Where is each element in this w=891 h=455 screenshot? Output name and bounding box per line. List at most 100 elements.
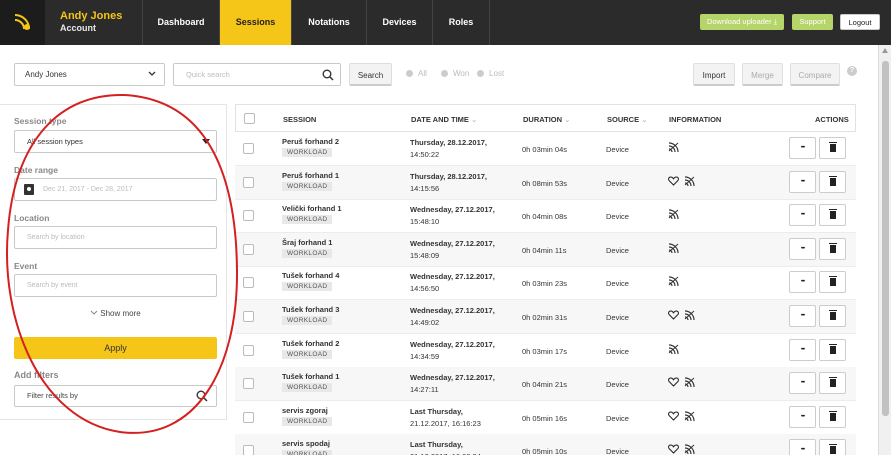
location-input[interactable]: Search by location [14,226,217,249]
table-row[interactable]: Peruš forhand 2 WORKLOAD Thursday, 28.12.2… [235,132,856,166]
row-checkbox[interactable] [243,143,254,154]
session-date: Wednesday, 27.12.2017, [410,238,495,248]
session-name[interactable]: Tušek forhand 2 [282,339,339,348]
row-checkbox[interactable] [243,445,254,455]
select-all-checkbox[interactable] [244,113,255,124]
row-checkbox[interactable] [243,344,254,356]
session-name[interactable]: Tušek forhand 3 [282,305,339,314]
trash-icon [829,444,837,455]
header-source[interactable]: SOURCE ⌄ [607,115,647,124]
delete-button[interactable] [819,204,846,227]
search-button[interactable]: Search [349,63,392,86]
session-source: Device [606,245,629,255]
import-button[interactable]: Import [693,63,735,86]
table-row[interactable]: Tušek forhand 4 WORKLOAD Wednesday, 27.12.… [235,266,856,301]
delete-button[interactable] [819,271,846,294]
show-more-link[interactable]: Show more [90,309,141,318]
search-icon[interactable] [322,69,334,81]
radio-lost[interactable]: Lost [477,69,504,78]
session-name[interactable]: Šraj forhand 1 [282,238,332,247]
row-checkbox[interactable] [243,176,254,188]
row-checkbox[interactable] [243,411,254,423]
tab-devices[interactable]: Devices [366,0,432,45]
table-row[interactable]: Tušek forhand 2 WORKLOAD Wednesday, 27.12.… [235,334,856,368]
more-options-button[interactable] [789,305,816,327]
session-name[interactable]: servis spodaj [282,439,330,448]
more-options-button[interactable] [789,439,816,455]
row-checkbox[interactable] [243,311,254,322]
compare-button[interactable]: Compare [790,63,840,86]
delete-button[interactable] [819,405,846,428]
delete-button[interactable] [819,237,846,260]
header-duration-label: DURATION [523,115,563,124]
table-row[interactable]: Tušek forhand 1 WORKLOAD Wednesday, 27.12.… [235,367,856,402]
delete-button[interactable] [819,305,846,327]
row-checkbox[interactable] [243,378,254,390]
more-options-button[interactable] [789,237,816,260]
delete-button[interactable] [819,439,846,455]
tab-sessions[interactable]: Sessions [219,0,291,45]
row-checkbox[interactable] [243,210,254,222]
session-time: 14:50:22 [410,150,440,159]
session-tag: WORKLOAD [282,282,333,292]
row-checkbox[interactable] [243,243,254,255]
vertical-scrollbar[interactable] [878,45,891,455]
scrollbar-thumb[interactable] [882,61,889,416]
help-icon[interactable]: ? [847,66,857,76]
table-row[interactable]: Tušek forhand 3 WORKLOAD Wednesday, 27.12.… [235,300,856,334]
download-uploader-button[interactable]: Download uploader ⤓ [700,14,784,30]
session-name[interactable]: Tušek forhand 1 [282,372,339,381]
session-name[interactable]: servis zgoraj [282,406,328,415]
session-name[interactable]: Peruš forhand 1 [282,171,339,180]
session-duration: 0h 05min 16s [522,413,568,423]
table-row[interactable]: servis zgoraj WORKLOAD Last Thursday, 21.12… [235,401,856,435]
session-info [668,175,700,190]
more-options-button[interactable] [789,137,816,159]
session-date: Wednesday, 27.12.2017, [410,272,495,282]
more-options-button[interactable] [789,372,816,395]
delete-button[interactable] [819,338,846,361]
session-type-select[interactable]: All session types [14,130,217,153]
row-checkbox[interactable] [243,277,254,289]
session-source: Device [606,380,629,390]
delete-button[interactable] [819,372,846,395]
more-options-button[interactable] [789,405,816,428]
table-row[interactable]: Peruš forhand 1 WORKLOAD Thursday, 28.12.2… [235,165,856,200]
table-row[interactable]: Velički forhand 1 WORKLOAD Wednesday, 27.1… [235,199,856,234]
session-name[interactable]: Velički forhand 1 [282,204,342,213]
tab-roles[interactable]: Roles [432,0,490,45]
session-name[interactable]: Peruš forhand 2 [282,137,339,146]
delete-button[interactable] [819,170,846,193]
table-row[interactable]: servis spodajWORKLOADLast Thursday,21.12… [235,434,856,455]
support-button[interactable]: Support [792,14,833,30]
filter-results-input[interactable]: Filter results by [14,385,217,407]
apply-button[interactable]: Apply [14,337,217,359]
header-date[interactable]: DATE AND TIME ⌄ [411,115,477,124]
header-duration[interactable]: DURATION ⌄ [523,115,570,124]
logo[interactable] [0,0,45,45]
search-icon[interactable] [196,390,208,402]
merge-button[interactable]: Merge [742,63,783,86]
more-options-button[interactable] [789,271,816,294]
tab-notations[interactable]: Notations [291,0,366,45]
delete-button[interactable] [819,137,846,159]
scroll-up-arrow-icon[interactable] [882,48,888,53]
tab-dashboard[interactable]: Dashboard [142,0,219,45]
more-options-button[interactable] [789,204,816,227]
user-select[interactable]: Andy Jones [14,63,165,86]
radio-all[interactable]: All [406,69,427,78]
event-input[interactable]: Search by event [14,274,217,297]
add-filters-label: Add filters [14,370,59,380]
logout-button[interactable]: Logout [840,14,880,30]
table-row[interactable]: Šraj forhand 1 WORKLOAD Wednesday, 27.12.2… [235,232,856,267]
session-time: 14:56:50 [410,284,440,294]
quick-search-input[interactable]: Quick search [173,63,341,86]
session-name[interactable]: Tušek forhand 4 [282,271,339,280]
user-menu[interactable]: Andy Jones Account [60,10,122,34]
radio-won[interactable]: Won [441,69,469,78]
more-options-button[interactable] [789,170,816,193]
more-options-button[interactable] [789,338,816,361]
heart-icon [668,176,679,189]
header-session[interactable]: SESSION [283,115,316,124]
date-range-input[interactable]: Dec 21, 2017 - Dec 28, 2017 [14,178,217,201]
